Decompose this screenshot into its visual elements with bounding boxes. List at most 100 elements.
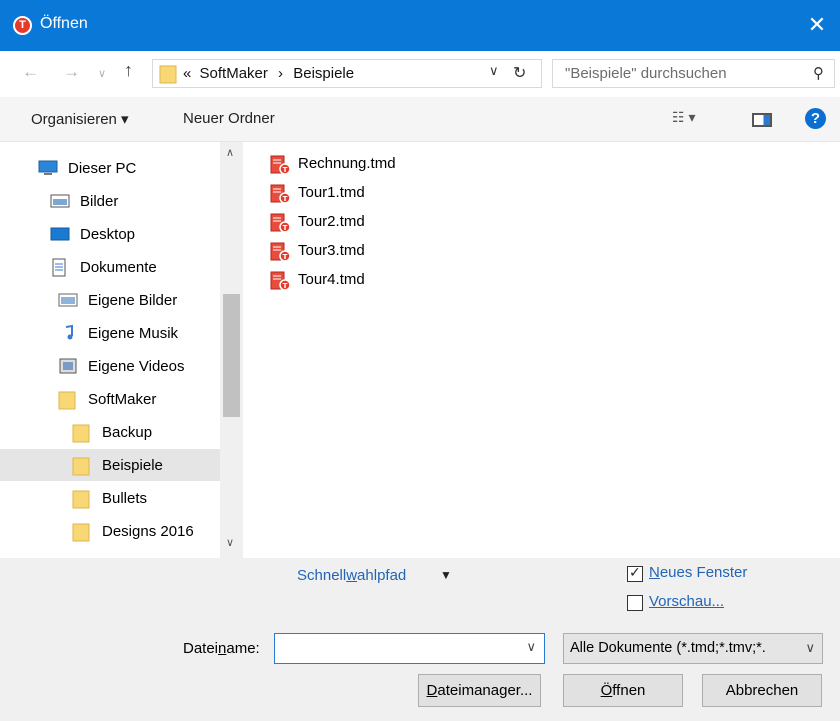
nav-scrollbar[interactable]: ∧ ∨	[220, 142, 243, 558]
desktop-icon	[50, 225, 70, 247]
new-window-label[interactable]: Neues Fenster	[649, 564, 747, 581]
scroll-up-icon[interactable]: ∧	[226, 146, 234, 159]
quick-path-dropdown-icon[interactable]: ▼	[440, 568, 452, 582]
close-button[interactable]: ✕	[794, 0, 840, 51]
folder-icon	[72, 489, 90, 513]
breadcrumb-item[interactable]: Beispiele	[293, 65, 354, 82]
address-dropdown-icon[interactable]: ∨	[489, 63, 499, 79]
preview-label[interactable]: Vorschau...	[649, 593, 724, 610]
pc-icon	[38, 159, 58, 181]
nav-item-label: Eigene Bilder	[88, 292, 178, 309]
new-folder-button[interactable]: Neuer Ordner	[183, 110, 275, 127]
nav-item-label: Bilder	[80, 193, 119, 210]
nav-item[interactable]: Eigene Bilder	[0, 284, 220, 316]
music-icon	[58, 324, 78, 346]
nav-item[interactable]: Backup	[0, 416, 220, 448]
search-placeholder: "Beispiele" durchsuchen	[565, 65, 727, 82]
up-arrow-icon[interactable]: ↑	[124, 60, 133, 81]
command-toolbar: Organisieren ▾ Neuer Ordner ☷ ▾ ?	[0, 97, 840, 142]
svg-text:T: T	[283, 224, 288, 232]
nav-item-label: Eigene Musik	[88, 325, 179, 342]
tmd-document-icon: T	[270, 242, 292, 266]
svg-text:T: T	[283, 195, 288, 203]
folder-icon	[72, 423, 90, 447]
nav-item-label: Backup	[102, 424, 153, 441]
file-manager-button[interactable]: Dateimanager...	[418, 674, 541, 707]
filename-dropdown-icon[interactable]: ∨	[526, 639, 536, 655]
file-name: Tour4.tmd	[298, 271, 365, 288]
open-button[interactable]: Öffnen	[563, 674, 683, 707]
new-window-checkbox[interactable]: ✓	[627, 564, 643, 582]
nav-item-label: Designs 2016	[102, 523, 194, 540]
file-name: Tour3.tmd	[298, 242, 365, 259]
file-name: Tour1.tmd	[298, 184, 365, 201]
help-icon[interactable]: ?	[805, 108, 826, 129]
scrollbar-thumb[interactable]	[223, 294, 240, 417]
navigation-pane: Dieser PC Bilder Desktop Dokumente Eigene Bi…	[0, 142, 243, 558]
breadcrumb-overflow[interactable]: «	[183, 65, 191, 82]
nav-item[interactable]: Eigene Musik	[0, 317, 220, 349]
nav-item[interactable]: Beispiele	[0, 449, 220, 481]
recent-locations-chevron-icon[interactable]: ∨	[98, 67, 106, 80]
folder-icon	[58, 390, 76, 414]
nav-item[interactable]: SoftMaker	[0, 383, 220, 415]
breadcrumb-item[interactable]: SoftMaker	[200, 65, 268, 82]
tmd-document-icon: T	[270, 271, 292, 295]
nav-item-label: Bullets	[102, 490, 148, 507]
preview-checkbox[interactable]	[627, 595, 643, 611]
tmd-document-icon: T	[270, 155, 292, 179]
nav-item-label: Beispiele	[102, 457, 163, 474]
back-arrow-icon[interactable]: ←	[22, 62, 39, 82]
nav-item[interactable]: Bilder	[0, 185, 220, 217]
address-bar[interactable]: « SoftMaker › Beispiele ∨ ↻	[152, 59, 542, 88]
documents-icon	[50, 258, 68, 282]
quick-path-link[interactable]: Schnellwahlpfad	[297, 567, 406, 584]
nav-item-label: Dieser PC	[68, 160, 137, 177]
folder-icon	[72, 522, 90, 546]
nav-item-label: Dokumente	[80, 259, 157, 276]
nav-item[interactable]: Designs 2016	[0, 515, 220, 547]
nav-item-label: Eigene Videos	[88, 358, 185, 375]
nav-item[interactable]: Eigene Videos	[0, 350, 220, 382]
file-name: Tour2.tmd	[298, 213, 365, 230]
tmd-document-icon: T	[270, 184, 292, 208]
forward-arrow-icon[interactable]: →	[63, 62, 80, 82]
title-bar: T Öffnen ✕	[0, 0, 840, 51]
textmaker-app-icon: T	[13, 16, 32, 35]
scroll-down-icon[interactable]: ∨	[226, 536, 234, 549]
organize-menu-button[interactable]: Organisieren ▾	[31, 110, 129, 128]
preview-pane-icon[interactable]	[752, 113, 772, 127]
nav-item[interactable]: Desktop	[0, 218, 220, 250]
refresh-icon[interactable]: ↻	[513, 63, 526, 83]
filename-label: Dateiname:	[183, 640, 260, 657]
file-type-select[interactable]: Alle Dokumente (*.tmd;*.tmv;*. ∨	[563, 633, 823, 664]
svg-text:T: T	[283, 282, 288, 290]
filename-input[interactable]: ∨	[274, 633, 545, 664]
nav-item[interactable]: Bullets	[0, 482, 220, 514]
file-name: Rechnung.tmd	[298, 155, 396, 172]
file-list: T Rechnung.tmd T Tour1.tmd T Tour2.tmd T Tour3.…	[262, 142, 822, 542]
window-title: Öffnen	[40, 15, 88, 32]
address-row: ← → ∨ ↑ « SoftMaker › Beispiele ∨ ↻ "Bei…	[0, 51, 840, 97]
nav-item-label: Desktop	[80, 226, 136, 243]
videos-icon	[58, 357, 78, 379]
checkmark-icon: ✓	[629, 564, 641, 580]
search-input[interactable]: "Beispiele" durchsuchen ⚲	[552, 59, 835, 88]
view-options-icon[interactable]: ☷ ▾	[672, 109, 695, 126]
folder-icon	[72, 456, 90, 480]
breadcrumb-separator-icon: ›	[278, 65, 284, 82]
file-type-dropdown-icon[interactable]: ∨	[805, 640, 815, 656]
pictures-icon	[50, 192, 70, 214]
cancel-button[interactable]: Abbrechen	[702, 674, 822, 707]
svg-text:T: T	[283, 253, 288, 261]
breadcrumb: « SoftMaker › Beispiele	[183, 65, 354, 82]
tmd-document-icon: T	[270, 213, 292, 237]
search-icon[interactable]: ⚲	[813, 64, 824, 82]
nav-item[interactable]: Dieser PC	[0, 152, 220, 184]
nav-item[interactable]: Dokumente	[0, 251, 220, 283]
folder-icon	[159, 65, 177, 84]
file-type-value: Alle Dokumente (*.tmd;*.tmv;*.	[570, 640, 766, 656]
dialog-footer: Schnellwahlpfad ▼ ✓ Neues Fenster Vorsch…	[0, 558, 840, 721]
svg-text:T: T	[283, 166, 288, 174]
my-pictures-icon	[58, 291, 78, 313]
